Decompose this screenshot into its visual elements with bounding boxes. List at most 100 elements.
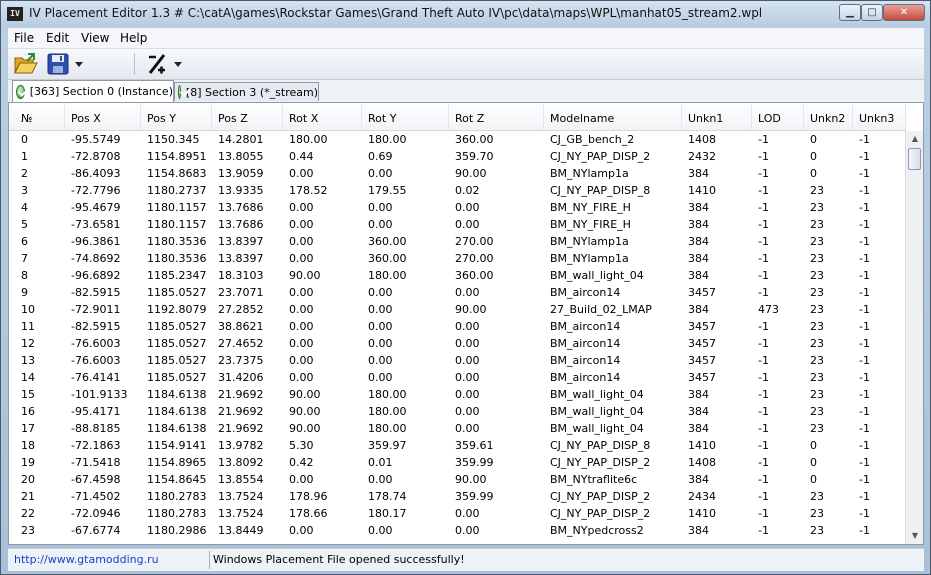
column-header-modelname[interactable]: Modelname <box>544 103 682 130</box>
column-header-unkn3[interactable]: Unkn3 <box>853 103 906 130</box>
table-cell-rot-y: 0.00 <box>368 320 393 333</box>
table-row[interactable]: 2 -86.4093 1154.8683 13.9059 0.00 0.00 90.00 BM… <box>9 165 906 182</box>
table-row[interactable]: 19 -71.5418 1154.8965 13.8092 0.42 0.01 359.99… <box>9 454 906 471</box>
table-row[interactable]: 20 -67.4598 1154.8645 13.8554 0.00 0.00 90.00 B… <box>9 471 906 488</box>
table-row[interactable]: 16 -95.4171 1184.6138 21.9692 90.00 180.00 0.0… <box>9 403 906 420</box>
table-row[interactable]: 14 -76.4141 1185.0527 31.4206 0.00 0.00 0.00 BM… <box>9 369 906 386</box>
table-cell-rot-x: 0.00 <box>289 320 314 333</box>
table-cell-rot-z: 90.00 <box>455 473 487 486</box>
menu-edit[interactable]: Edit <box>46 31 69 45</box>
table-cell-rot-x: 0.00 <box>289 201 314 214</box>
column-header-lod[interactable]: LOD <box>752 103 804 130</box>
table-row[interactable]: 3 -72.7796 1180.2737 13.9335 178.52 179.55 0.0… <box>9 182 906 199</box>
table-cell-index: 0 <box>21 133 28 146</box>
minimize-button[interactable]: ▁ <box>839 4 861 21</box>
table-cell-unkn2: 0 <box>810 133 817 146</box>
table-cell-unkn3: -1 <box>859 405 870 418</box>
table-cell-unkn1: 384 <box>688 422 709 435</box>
tab-label: [8] Section 3 (*_stream) <box>185 85 318 99</box>
table-row[interactable]: 10 -72.9011 1192.8079 27.2852 0.00 0.00 90.00 2… <box>9 301 906 318</box>
table-cell-unkn3: -1 <box>859 167 870 180</box>
tool-options-dropdown[interactable] <box>171 52 185 76</box>
table-cell-pos-x: -74.8692 <box>71 252 121 265</box>
column-header-rot-x[interactable]: Rot X <box>283 103 362 130</box>
table-cell-pos-z: 13.7524 <box>218 490 264 503</box>
table-cell-pos-z: 27.2852 <box>218 303 264 316</box>
table-cell-rot-z: 359.99 <box>455 456 494 469</box>
column-header-rot-y[interactable]: Rot Y <box>362 103 449 130</box>
table-cell-rot-z: 0.00 <box>455 218 480 231</box>
title-bar[interactable]: IV IV Placement Editor 1.3 # C:\catA\gam… <box>1 1 930 27</box>
placement-table[interactable]: № Pos X Pos Y Pos Z Rot X Rot Y Rot Z Modelname… <box>8 102 924 545</box>
table-row[interactable]: 8 -96.6892 1185.2347 18.3103 90.00 180.00 360.… <box>9 267 906 284</box>
website-link[interactable]: http://www.gtamodding.ru <box>14 553 159 566</box>
table-cell-unkn3: -1 <box>859 133 870 146</box>
check-ok-icon <box>16 84 25 99</box>
table-row[interactable]: 4 -95.4679 1180.1157 13.7686 0.00 0.00 0.00 BM_… <box>9 199 906 216</box>
open-folder-icon <box>14 53 38 74</box>
column-header-unkn1[interactable]: Unkn1 <box>682 103 752 130</box>
column-header-rot-z[interactable]: Rot Z <box>449 103 544 130</box>
table-row[interactable]: 6 -96.3861 1180.3536 13.8397 0.00 360.00 270.0… <box>9 233 906 250</box>
table-row[interactable]: 18 -72.1863 1154.9141 13.9782 5.30 359.97 359.… <box>9 437 906 454</box>
column-header-pos-y[interactable]: Pos Y <box>141 103 212 130</box>
table-row[interactable]: 7 -74.8692 1180.3536 13.8397 0.00 360.00 270.0… <box>9 250 906 267</box>
vertical-scrollbar[interactable]: ▲ ▼ <box>905 131 923 544</box>
table-cell-unkn1: 2432 <box>688 150 716 163</box>
column-header-pos-x[interactable]: Pos X <box>65 103 141 130</box>
table-cell-pos-y: 1184.6138 <box>147 422 207 435</box>
table-cell-rot-z: 0.00 <box>455 388 480 401</box>
table-row[interactable]: 5 -73.6581 1180.1157 13.7686 0.00 0.00 0.00 BM_… <box>9 216 906 233</box>
table-row[interactable]: 1 -72.8708 1154.8951 13.8055 0.44 0.69 359.70 C… <box>9 148 906 165</box>
table-cell-rot-y: 179.55 <box>368 184 407 197</box>
scroll-up-icon[interactable]: ▲ <box>906 131 923 147</box>
table-cell-rot-y: 0.00 <box>368 218 393 231</box>
tab-section-3[interactable]: [8] Section 3 (*_stream) <box>174 82 319 101</box>
table-cell-modelname: CJ_NY_PAP_DISP_2 <box>550 490 651 503</box>
table-cell-unkn3: -1 <box>859 320 870 333</box>
menu-view[interactable]: View <box>81 31 109 45</box>
menu-help[interactable]: Help <box>120 31 147 45</box>
table-cell-rot-y: 180.00 <box>368 405 407 418</box>
table-cell-pos-z: 31.4206 <box>218 371 264 384</box>
table-cell-unkn3: -1 <box>859 422 870 435</box>
table-cell-lod: -1 <box>758 354 769 367</box>
table-row[interactable]: 17 -88.8185 1184.6138 21.9692 90.00 180.00 0.0… <box>9 420 906 437</box>
close-button[interactable]: ✕ <box>883 4 925 21</box>
column-header-pos-z[interactable]: Pos Z <box>212 103 283 130</box>
table-row[interactable]: 12 -76.6003 1185.0527 27.4652 0.00 0.00 0.00 BM… <box>9 335 906 352</box>
table-cell-pos-z: 13.9059 <box>218 167 264 180</box>
table-cell-unkn1: 3457 <box>688 354 716 367</box>
save-options-dropdown[interactable] <box>72 52 86 76</box>
table-row[interactable]: 23 -67.6774 1180.2986 13.8449 0.00 0.00 0.00 BM… <box>9 522 906 539</box>
tab-section-0[interactable]: [363] Section 0 (Instance) <box>12 80 174 102</box>
table-cell-pos-x: -72.7796 <box>71 184 121 197</box>
table-row[interactable]: 22 -72.0946 1180.2783 13.7524 178.66 180.17 0.… <box>9 505 906 522</box>
table-cell-unkn1: 1408 <box>688 456 716 469</box>
table-cell-unkn1: 384 <box>688 218 709 231</box>
scroll-down-icon[interactable]: ▼ <box>906 528 923 544</box>
open-file-button[interactable] <box>13 52 39 76</box>
table-row[interactable]: 11 -82.5915 1185.0527 38.8621 0.00 0.00 0.00 BM… <box>9 318 906 335</box>
app-logo-icon: IV <box>7 7 23 21</box>
scroll-thumb[interactable] <box>908 148 921 170</box>
table-row[interactable]: 13 -76.6003 1185.0527 23.7375 0.00 0.00 0.00 BM… <box>9 352 906 369</box>
percent-tool-button[interactable] <box>144 52 170 76</box>
save-button[interactable] <box>45 52 71 76</box>
table-cell-unkn1: 384 <box>688 252 709 265</box>
menu-file[interactable]: File <box>14 31 34 45</box>
table-cell-index: 11 <box>21 320 35 333</box>
table-row[interactable]: 9 -82.5915 1185.0527 23.7071 0.00 0.00 0.00 BM_… <box>9 284 906 301</box>
table-cell-lod: -1 <box>758 218 769 231</box>
column-header-index[interactable]: № <box>15 103 65 130</box>
column-header-unkn2[interactable]: Unkn2 <box>804 103 853 130</box>
table-cell-modelname: BM_wall_light_04 <box>550 405 644 418</box>
table-row[interactable]: 21 -71.4502 1180.2783 13.7524 178.96 178.74 35… <box>9 488 906 505</box>
maximize-button[interactable]: □ <box>861 4 883 21</box>
table-cell-unkn2: 0 <box>810 150 817 163</box>
table-cell-pos-x: -82.5915 <box>71 286 121 299</box>
table-cell-unkn2: 23 <box>810 371 824 384</box>
table-row[interactable]: 15 -101.9133 1184.6138 21.9692 90.00 180.00 0.… <box>9 386 906 403</box>
status-separator <box>209 551 210 569</box>
table-row[interactable]: 0 -95.5749 1150.345 14.2801 180.00 180.00 360.… <box>9 131 906 148</box>
